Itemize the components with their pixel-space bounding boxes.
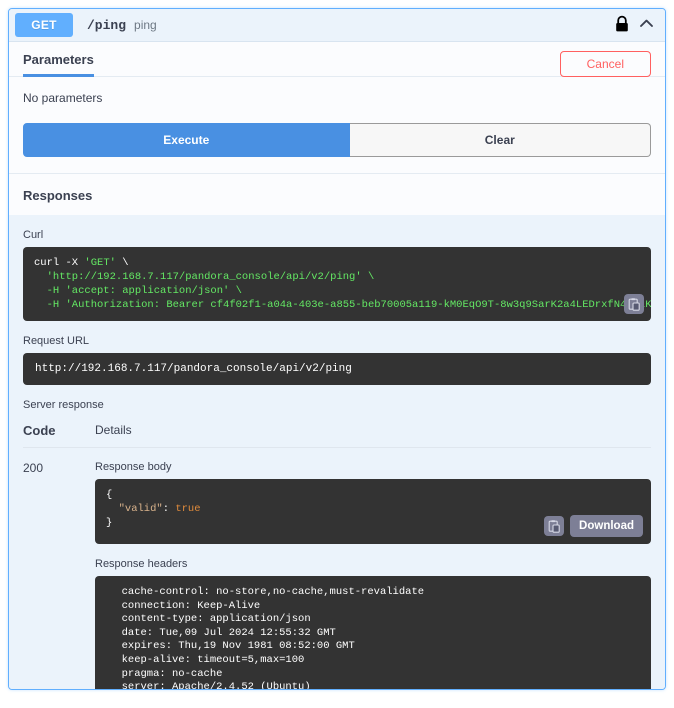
curl-line4: -H 'Authorization: Bearer cf4f02f1-a04a-… [34,299,651,311]
table-row: 200 Response body { "valid": true } Down… [23,448,651,689]
request-url-value: http://192.168.7.117/pandora_console/api… [23,353,651,385]
operation-summary-header[interactable]: GET /ping ping [9,9,665,41]
curl-line1-tail: \ [115,257,129,269]
http-method-badge: GET [15,13,73,37]
response-body-block: { "valid": true } Download [95,479,651,544]
response-body-actions: Download [544,515,643,537]
curl-label: Curl [23,229,44,241]
json-colon: : [162,503,176,515]
column-header-code: Code [23,423,56,438]
parameters-header: Parameters Cancel [9,42,665,77]
response-headers-block: cache-control: no-store,no-cache,must-re… [95,576,651,689]
responses-table-header: Code Details [23,423,651,448]
json-key-valid: "valid" [106,503,163,515]
curl-code-block: curl -X 'GET' \ 'http://192.168.7.117/pa… [23,247,651,321]
clipboard-copy-icon[interactable] [624,294,644,314]
response-body-label: Response body [95,461,172,473]
curl-line1-method: 'GET' [84,257,116,269]
tab-parameters[interactable]: Parameters [23,52,94,77]
json-open-brace: { [106,489,113,501]
responses-section-title: Responses [9,173,665,215]
operation-body: Parameters Cancel No parameters Execute … [9,41,665,173]
download-button[interactable]: Download [570,515,643,537]
execute-clear-row: Execute Clear [9,105,665,173]
responses-table: Code Details 200 Response body { "valid"… [23,423,651,689]
curl-line1-cmd: curl -X [34,257,85,269]
clipboard-copy-icon[interactable] [544,516,565,536]
response-details: Response body { "valid": true } Download… [95,461,651,689]
no-parameters-text: No parameters [23,91,103,105]
column-header-details: Details [95,423,132,437]
clear-button[interactable]: Clear [349,123,652,157]
json-value-valid: true [175,503,201,515]
response-headers-label: Response headers [95,558,188,570]
request-url-label: Request URL [23,335,90,347]
operation-path: /ping [87,17,127,33]
curl-line2: 'http://192.168.7.117/pandora_console/ap… [34,271,375,283]
operation-block: GET /ping ping Parameters Cancel No para… [8,8,666,690]
chevron-up-icon[interactable] [638,15,655,35]
response-code: 200 [23,461,44,475]
lock-closed-icon[interactable] [614,15,630,36]
json-close-brace: } [106,517,113,529]
cancel-button[interactable]: Cancel [559,51,651,77]
execute-button[interactable]: Execute [23,123,350,157]
server-response-label: Server response [23,399,104,411]
operation-description: ping [134,18,157,32]
curl-line3: -H 'accept: application/json' \ [34,285,242,297]
responses-section-body: Curl curl -X 'GET' \ 'http://192.168.7.1… [9,215,665,689]
